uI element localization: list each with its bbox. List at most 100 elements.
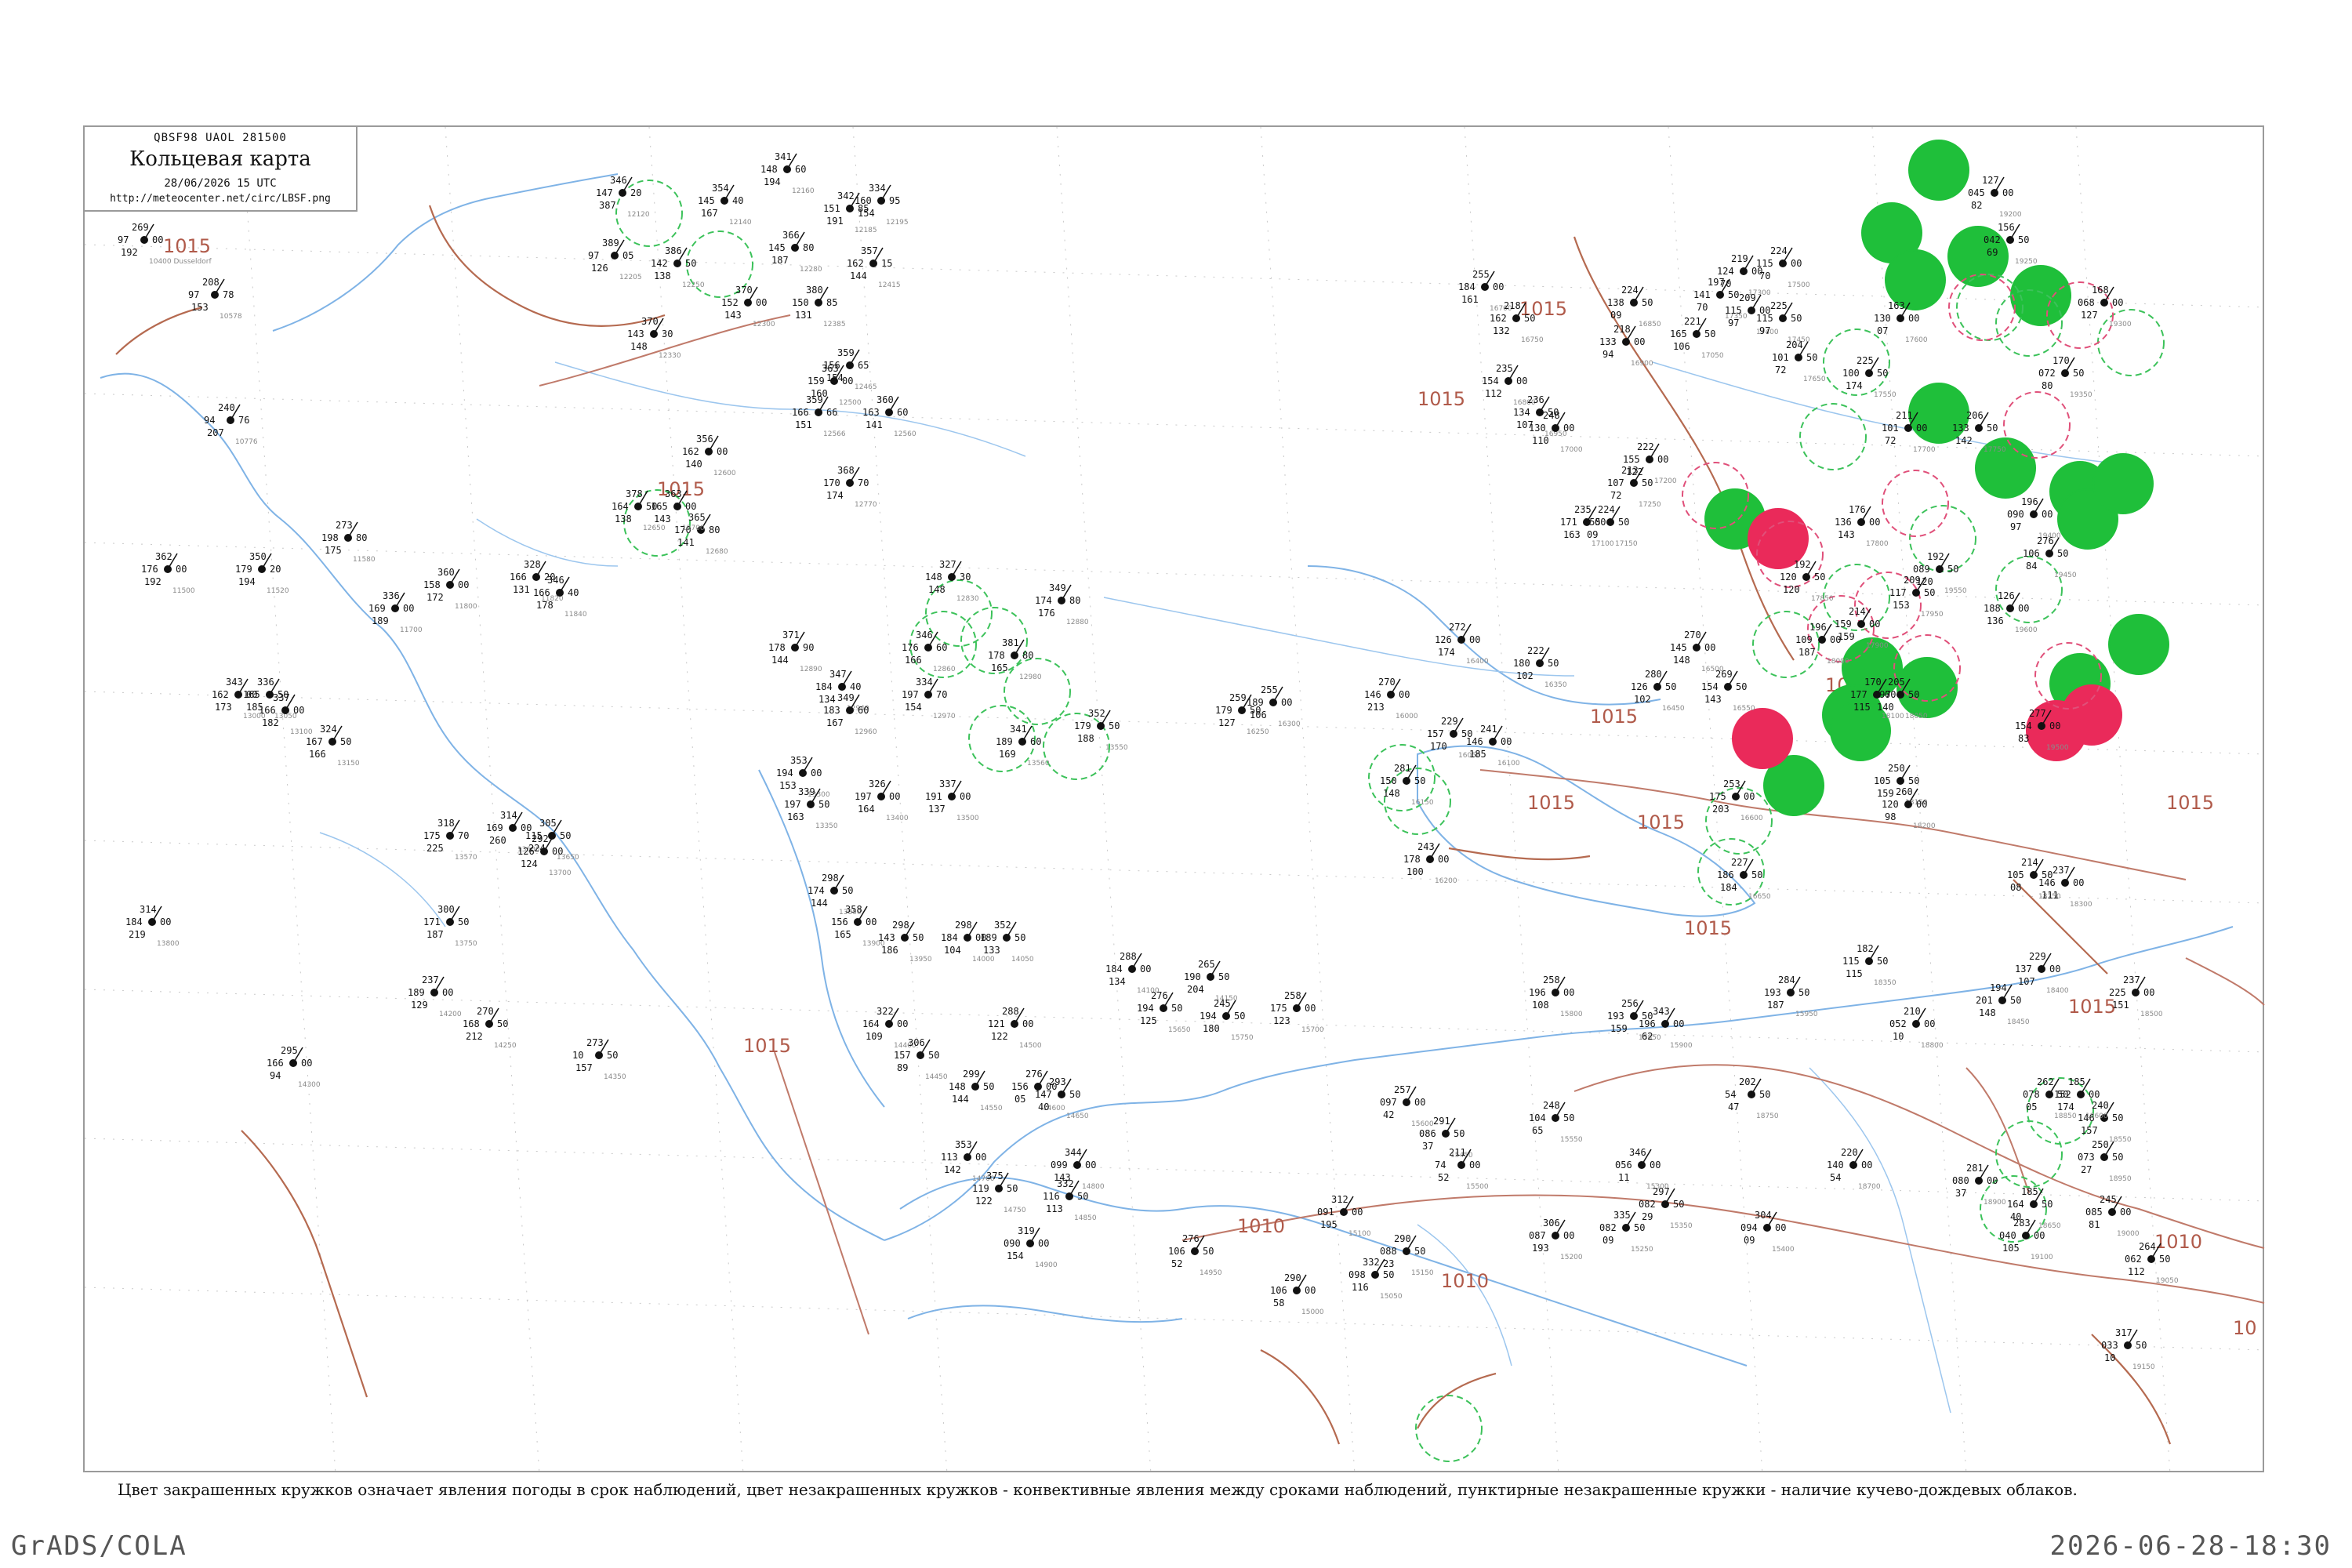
weather-filled-circle[interactable]	[1908, 140, 1969, 201]
station-plot[interactable]: 258 196 108 00 15800	[1529, 975, 1583, 1018]
cumulonimbus-dashed-circle[interactable]	[1799, 403, 1867, 470]
station-plot[interactable]: 326 197 164 00 13400	[855, 779, 909, 822]
station-plot[interactable]: 306087 193 00 15200	[1529, 1218, 1583, 1261]
station-plot[interactable]: 3651701418012680	[674, 512, 728, 556]
weather-filled-circle[interactable]	[1908, 383, 1969, 444]
station-plot[interactable]: 288121 122 00 14500	[988, 1006, 1042, 1050]
station-plot[interactable]: 341 148194 60 12160	[760, 151, 815, 195]
station-plot[interactable]: 381 178165 80 12980	[988, 637, 1042, 681]
station-plot[interactable]: 357 162144 15 12415	[847, 245, 901, 289]
station-plot[interactable]: 298143 186 50 13950	[878, 920, 932, 964]
station-plot[interactable]: 319 090154 00 14900	[1004, 1225, 1058, 1269]
station-plot[interactable]: 2117452 00 15500	[1435, 1147, 1489, 1191]
station-plot[interactable]: 255 189 106 00 16300	[1247, 684, 1301, 728]
station-plot[interactable]: 27310157 50 14350	[572, 1037, 626, 1081]
station-plot[interactable]: 334160 154 95 12195	[855, 183, 909, 227]
station-plot[interactable]: 257 09742 00 15600	[1380, 1084, 1434, 1128]
station-plot[interactable]: 245 194180 50 15750	[1200, 998, 1254, 1042]
station-plot[interactable]: 20897 153 78 10578	[188, 277, 242, 321]
station-plot[interactable]: 126 188136 00 19600	[1984, 590, 2038, 634]
station-plot[interactable]: 221165 106 50 17050	[1670, 316, 1724, 360]
station-plot[interactable]: 352179 188 50 13550	[1074, 708, 1128, 752]
station-plot[interactable]: 317 03310 50 19150	[2101, 1327, 2155, 1371]
station-plot[interactable]: 24094207 76 10776	[204, 402, 258, 446]
station-plot[interactable]: 220 14054 00 18700	[1827, 1147, 1881, 1191]
cumulonimbus-dashed-circle[interactable]	[1882, 470, 1949, 537]
cumulonimbus-dashed-circle[interactable]	[1004, 658, 1071, 725]
station-plot[interactable]: 273198 175 80 11580	[321, 520, 376, 564]
station-plot[interactable]: 366145 187 80 12280	[768, 230, 822, 274]
weather-filled-circle[interactable]	[1896, 657, 1958, 718]
station-plot[interactable]: 371178 144 90 12890	[768, 630, 822, 673]
station-plot[interactable]: 2881841340014100	[1105, 951, 1160, 995]
station-plot[interactable]: 349 174 176 80 12880	[1035, 583, 1089, 626]
station-plot[interactable]: 170 07280 50 19350	[2038, 355, 2092, 399]
station-plot[interactable]: 176 136143 00 17800	[1835, 504, 1889, 548]
station-plot[interactable]: 368170 174 70 12770	[823, 465, 877, 509]
station-plot[interactable]: 182 115115 50 18350	[1842, 943, 1896, 987]
station-plot[interactable]: 276 194125 50 15650	[1137, 990, 1191, 1034]
station-plot[interactable]: 245 08581 00 19000	[2085, 1194, 2140, 1238]
station-plot[interactable]: 332098 116 50 15050	[1348, 1257, 1403, 1301]
station-plot[interactable]: 269154 143 50 16550	[1701, 669, 1755, 713]
station-plot[interactable]: 346056110015300	[1615, 1147, 1669, 1191]
station-plot[interactable]: 350 179194 20 11520	[235, 551, 289, 595]
cumulonimbus-dashed-circle[interactable]	[1415, 1395, 1483, 1462]
station-plot[interactable]: 218133 94 00 16900	[1599, 324, 1653, 368]
station-plot[interactable]: 2401461575018550	[2078, 1100, 2132, 1144]
station-plot[interactable]: 270168 212 50 14250	[463, 1006, 517, 1050]
station-plot[interactable]: 2651902045014150	[1184, 959, 1238, 1003]
cumulonimbus-dashed-circle[interactable]	[2003, 391, 2071, 459]
station-plot[interactable]: 237 225 151 00 18500	[2109, 975, 2163, 1018]
station-plot[interactable]: 314184 219 00 13800	[125, 904, 180, 948]
station-plot[interactable]: 299148 144 50 14550	[949, 1069, 1003, 1112]
station-plot[interactable]: 248104 65 50 15550	[1529, 1100, 1583, 1144]
station-plot[interactable]: 258 175123 00 15700	[1270, 990, 1324, 1034]
station-plot[interactable]: 336 169189 00 11700	[368, 590, 423, 634]
station-plot[interactable]: 359 166151 66 12566	[792, 394, 846, 438]
station-plot[interactable]: 360158 172 00 11800	[423, 567, 477, 611]
station-plot[interactable]: 237 189 129 00 14200	[408, 975, 462, 1018]
station-plot[interactable]: 1920891205019550	[1913, 551, 1967, 595]
station-plot[interactable]: 290 106 58 00 15000	[1270, 1272, 1324, 1316]
station-plot[interactable]: 241146 185 00 16100	[1466, 724, 1520, 768]
station-plot[interactable]: 346176 166 60 12860	[902, 630, 956, 673]
station-plot[interactable]: 272126 174 00 16400	[1435, 622, 1489, 666]
station-plot[interactable]: 293 147 40 50 14650	[1035, 1076, 1089, 1120]
station-plot[interactable]: 276 10652 50 14950	[1168, 1233, 1222, 1277]
station-plot[interactable]: 250 07327 50 18950	[2078, 1139, 2132, 1183]
station-plot[interactable]: 2701451480016500	[1670, 630, 1724, 673]
weather-filled-circle[interactable]	[1732, 708, 1793, 769]
station-plot[interactable]: 318175 225 70 13570	[423, 818, 477, 862]
station-plot[interactable]: 380150 131 85 12385	[792, 285, 846, 328]
station-plot[interactable]: 204 101 72 50 17650	[1772, 339, 1826, 383]
station-plot[interactable]: 341189 169 60 13560	[996, 724, 1050, 768]
station-plot[interactable]: 281080 37 00 18900	[1952, 1163, 2006, 1207]
station-plot[interactable]: 224138 09 50 16850	[1607, 285, 1661, 328]
station-plot[interactable]: 213107 72 50 17250	[1607, 465, 1661, 509]
station-plot[interactable]: 356162 140 00 12600	[682, 434, 736, 477]
station-plot[interactable]: 324167 166 50 13150	[306, 724, 360, 768]
map-url-link[interactable]: http://meteocenter.net/circ/LBSF.png	[85, 193, 356, 205]
station-plot[interactable]: 284 193 187 50 15950	[1764, 975, 1818, 1018]
station-plot[interactable]: 297 08229 50 15350	[1639, 1186, 1693, 1230]
station-plot[interactable]: 354145 167 40 12140	[698, 183, 752, 227]
cumulonimbus-dashed-circle[interactable]	[2097, 309, 2165, 376]
station-plot[interactable]: 386 142138 50 12250	[651, 245, 705, 289]
station-plot[interactable]: 334197 154 70 12970	[902, 677, 956, 720]
station-plot[interactable]: 295 16694 00 14300	[267, 1045, 321, 1089]
station-plot[interactable]: 362 176192 00 11500	[141, 551, 195, 595]
weather-filled-circle[interactable]	[2108, 614, 2169, 675]
station-plot[interactable]: 370152 143 00 12300	[721, 285, 775, 328]
station-plot[interactable]: 127045 82 00 19200	[1968, 175, 2022, 219]
station-plot[interactable]: 20254 47 50 18750	[1725, 1076, 1779, 1120]
station-plot[interactable]: 280126 102 50 16450	[1631, 669, 1685, 713]
station-plot[interactable]: 210052 10 00 18800	[1889, 1006, 1944, 1050]
station-plot[interactable]: 38997 126 05 12205	[588, 238, 642, 281]
station-plot[interactable]: 360 163141 60 12560	[862, 394, 916, 438]
station-plot[interactable]: 253 175 203 00 16600	[1709, 779, 1763, 822]
weather-filled-circle[interactable]	[2092, 453, 2154, 514]
station-plot[interactable]: 300171 187 50 13750	[423, 904, 477, 948]
station-plot[interactable]: 304094 09 00 15400	[1740, 1210, 1795, 1254]
station-plot[interactable]: 270146 213 00 16000	[1364, 677, 1418, 720]
